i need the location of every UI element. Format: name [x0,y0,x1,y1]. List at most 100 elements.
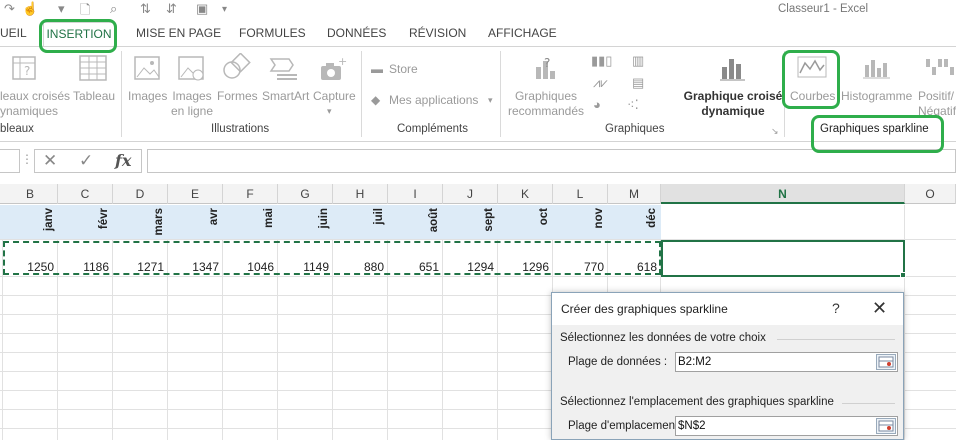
svg-text:?: ? [544,56,550,70]
formula-buttons: ✕ ✓ fx [34,149,142,173]
tab-data[interactable]: DONNÉES [327,26,386,40]
svg-text:+: + [338,55,347,68]
month-header-cell[interactable]: juin [318,208,330,228]
touch-mode-icon[interactable]: ☝ [22,1,38,17]
table-button[interactable]: Tableau [73,89,115,104]
highlight-sparkline-group [811,115,944,153]
tab-page-layout[interactable]: MISE EN PAGE [136,26,221,40]
group-separator [361,51,362,137]
capture-dropdown-icon[interactable]: ▾ [327,104,332,119]
sort-ascending-icon[interactable]: ⇅ [140,1,151,17]
column-header-e[interactable]: E [168,184,223,204]
column-header-d[interactable]: D [113,184,168,204]
insert-function-button[interactable]: fx [115,151,131,170]
section-data-heading: Sélectionnez les données de votre choix [560,332,766,344]
data-range-input[interactable]: B2:M2 [675,352,898,372]
close-button[interactable]: ✕ [872,298,887,319]
active-cell[interactable] [661,240,905,277]
redo-icon[interactable]: ↷ [4,1,15,17]
pivot-chart-label-2[interactable]: dynamique [683,104,783,119]
pivot-chart-icon [718,53,748,83]
help-button[interactable]: ? [832,300,840,316]
sparkline-histogram-button[interactable]: Histogramme [841,89,912,104]
pie-chart-icon[interactable]: ◕ [593,97,601,112]
data-range-collapse-icon[interactable] [876,354,896,370]
pivot-table-icon: ? [10,53,40,83]
my-apps-button[interactable]: Mes applications [389,93,478,108]
column-header-g[interactable]: G [278,184,333,204]
form-icon[interactable]: ▣ [196,1,208,17]
highlight-insert-tab [39,19,117,53]
data-range-label: Plage de données : [568,356,668,368]
sparkline-winloss-label-1[interactable]: Positif/ [918,89,954,104]
my-apps-dropdown-icon[interactable]: ▾ [488,93,493,108]
location-range-input[interactable]: $N$2 [675,416,898,436]
highlight-lines-button [782,50,840,109]
qat-more-icon[interactable]: ▾ [222,4,227,15]
column-header-j[interactable]: J [443,184,498,204]
print-preview-icon[interactable]: ⌕ [110,1,117,17]
group-label-illustrations: Illustrations [211,123,270,135]
section-location-heading: Sélectionnez l'emplacement des graphique… [560,396,834,408]
pivot-chart-label-1[interactable]: Graphique croisé [683,89,783,104]
sparkline-winloss-icon [924,55,956,81]
formula-bar-grip-icon[interactable]: ⋮ [21,152,33,166]
group-label-charts: Graphiques [605,123,665,135]
month-header-cell[interactable]: déc [646,208,658,228]
column-header-h[interactable]: H [333,184,388,204]
enter-icon[interactable]: ✓ [79,151,93,171]
month-header-cell[interactable]: janv [43,208,55,231]
column-header-n[interactable]: N [661,184,905,204]
tab-review[interactable]: RÉVISION [409,26,466,40]
column-header-i[interactable]: I [388,184,443,204]
column-header-f[interactable]: F [223,184,278,204]
create-sparklines-dialog: Créer des graphiques sparkline ? ✕ Sélec… [551,292,904,440]
column-header-o[interactable]: O [905,184,956,204]
capture-button[interactable]: Capture [313,89,356,104]
data-range-value[interactable]: B2:M2 [678,356,711,368]
name-box[interactable] [0,149,20,173]
location-range-collapse-icon[interactable] [876,418,896,434]
tab-home[interactable]: UEIL [0,26,27,40]
customize-qat-icon[interactable]: ▾ [58,1,65,17]
month-header-cell[interactable]: avr [208,208,220,225]
month-header-cell[interactable]: juil [373,208,385,225]
recommended-charts-label-2[interactable]: recommandés [505,104,587,119]
month-header-cell[interactable]: févr [98,208,110,229]
pivot-table-label-2[interactable]: ynamiques [0,104,58,119]
group-separator [500,51,501,137]
scatter-chart-icon[interactable]: ⁖⁚ [627,97,639,112]
cancel-icon[interactable]: ✕ [43,151,57,171]
store-button[interactable]: Store [389,62,418,77]
month-header-cell[interactable]: nov [593,208,605,228]
images-button[interactable]: Images [128,89,167,104]
pivot-table-label-1[interactable]: leaux croisés [0,89,70,104]
shapes-button[interactable]: Formes [217,89,258,104]
column-header-k[interactable]: K [498,184,553,204]
location-range-value[interactable]: $N$2 [678,420,706,432]
hierarchy-chart-icon[interactable]: ▥ [632,53,644,68]
online-images-label-2[interactable]: en ligne [170,104,214,119]
statistic-chart-icon[interactable]: ▤ [632,75,644,90]
column-chart-icon[interactable]: ▮▮▯ [591,53,612,68]
month-header-cell[interactable]: août [428,208,440,232]
month-header-cell[interactable]: sept [483,208,495,232]
column-header-c[interactable]: C [58,184,113,204]
column-header-b[interactable]: B [3,184,58,204]
month-header-cell[interactable]: mars [153,208,165,236]
smartart-button[interactable]: SmartArt [262,89,309,104]
store-icon: ▬ [371,62,383,76]
fill-handle[interactable] [900,272,906,278]
online-images-label-1[interactable]: Images [170,89,214,104]
month-header-cell[interactable]: mai [263,208,275,228]
dialog-header: Créer des graphiques sparkline ? ✕ [552,293,903,325]
month-header-cell[interactable]: oct [538,208,550,225]
charts-dialog-launcher-icon[interactable]: ↘ [771,124,779,139]
line-chart-icon[interactable]: ⩘⩗ [593,75,608,90]
tab-formulas[interactable]: FORMULES [239,26,306,40]
tab-view[interactable]: AFFICHAGE [488,26,557,40]
column-header-l[interactable]: L [553,184,608,204]
recommended-charts-label-1[interactable]: Graphiques [505,89,587,104]
sort-descending-icon[interactable]: ⇵ [166,1,177,17]
column-header-m[interactable]: M [608,184,661,204]
